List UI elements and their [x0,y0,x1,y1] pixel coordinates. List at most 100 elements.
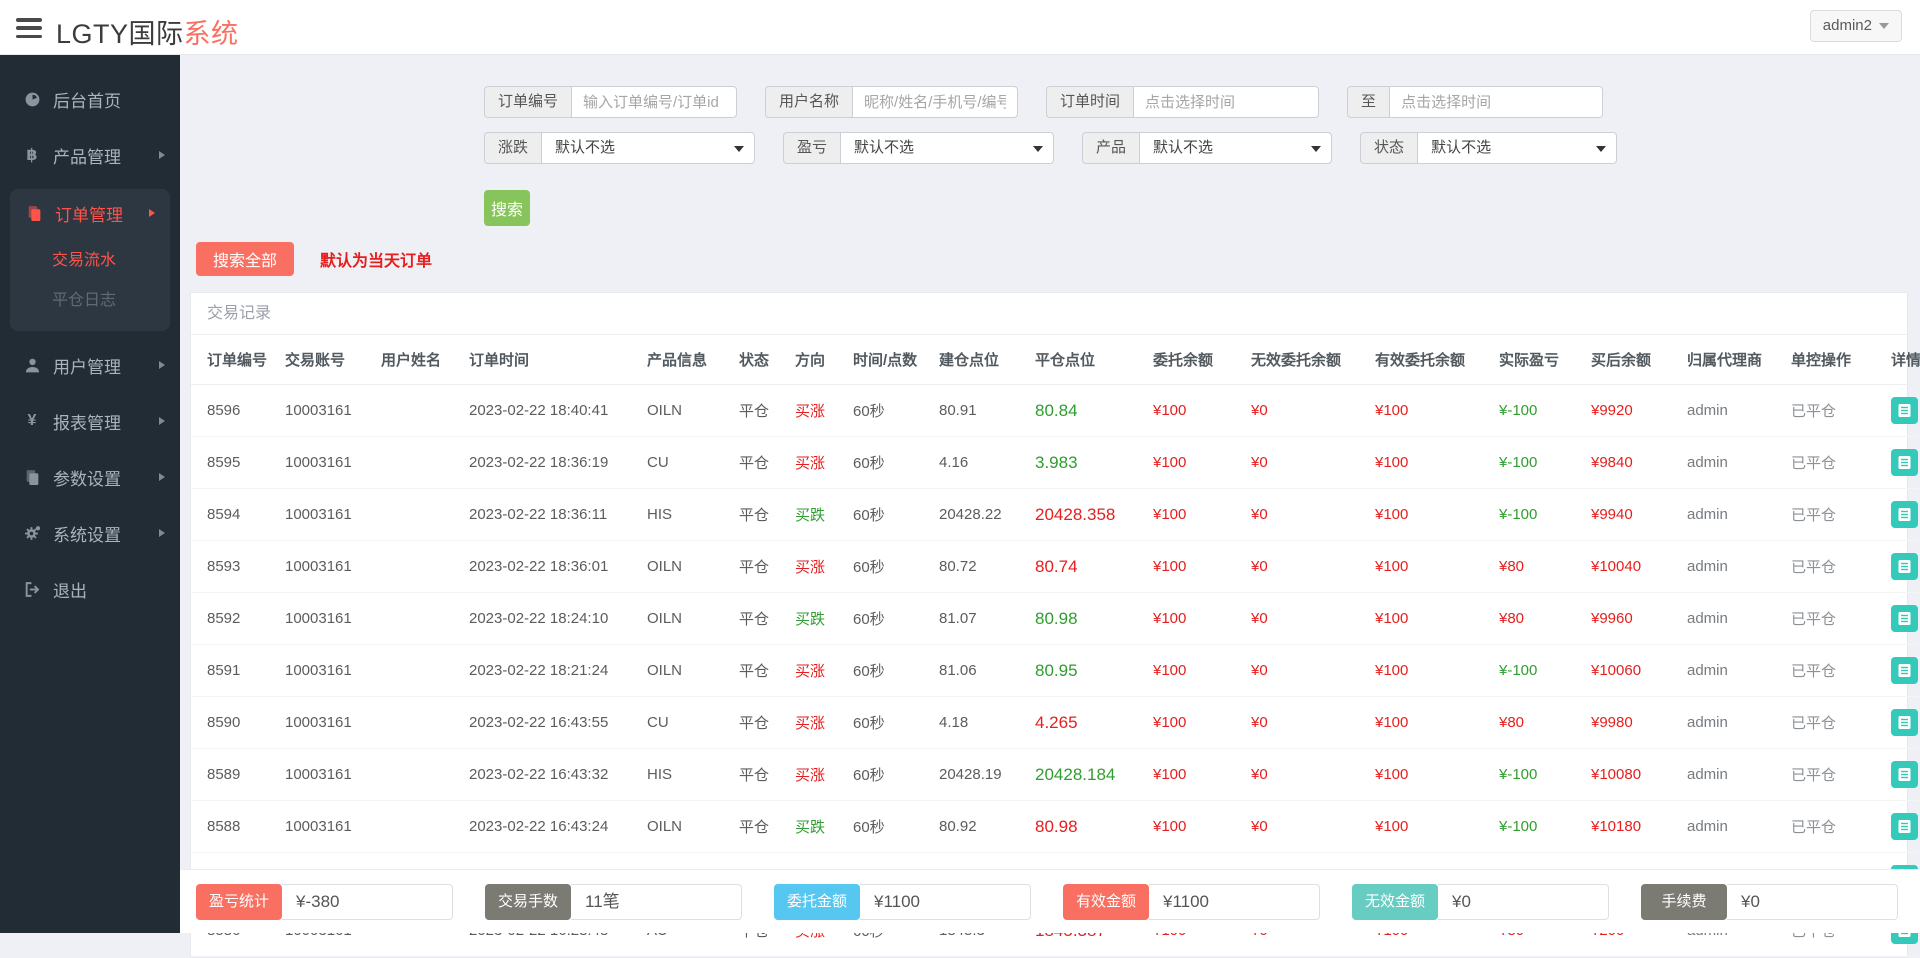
sidebar-item-label: 订单管理 [55,201,123,226]
sidebar-item-dashboard[interactable]: 后台首页 [0,77,180,121]
search-all-button[interactable]: 搜索全部 [196,242,294,276]
chevron-right-icon [149,209,155,217]
search-button[interactable]: 搜索 [484,190,530,226]
stat-pnl-total: 盈亏统计¥-380 [196,884,453,920]
detail-button[interactable] [1891,761,1918,788]
cell-agent: admin [1681,801,1785,853]
stat-label: 委托金额 [774,884,860,920]
hamburger-menu-icon[interactable] [16,18,42,38]
cell-status: 平仓 [733,489,789,541]
bitcoin-icon: ฿ [22,146,42,164]
product-value: 默认不选 [1153,139,1213,156]
cell-duration: 60秒 [847,489,933,541]
cell-actual-pnl: ¥80 [1493,593,1585,645]
sidebar-item-label: 系统设置 [53,521,121,546]
column-header: 归属代理商 [1681,335,1785,385]
sidebar-subitem-close-log[interactable]: 平仓日志 [10,281,170,321]
detail-button[interactable] [1891,449,1918,476]
order-no-input[interactable] [571,86,737,118]
cell-after-balance: ¥10060 [1585,645,1681,697]
cell-detail [1885,749,1920,801]
stat-trade-count: 交易手数11笔 [485,884,742,920]
cell-control-status: 已平仓 [1785,385,1885,437]
detail-button[interactable] [1891,709,1918,736]
cell-detail [1885,801,1920,853]
cell-actual-pnl: ¥-100 [1493,489,1585,541]
cell-invalid-entrust: ¥0 [1245,437,1369,489]
profit-select[interactable]: 默认不选 [840,132,1054,164]
detail-button[interactable] [1891,605,1918,632]
cell-invalid-entrust: ¥0 [1245,749,1369,801]
product-select[interactable]: 默认不选 [1139,132,1332,164]
cell-entrust-balance: ¥100 [1147,801,1245,853]
cell-after-balance: ¥9840 [1585,437,1681,489]
cell-order-no: 8590 [191,697,279,749]
list-icon [1897,559,1912,574]
trade-records-table: 订单编号交易账号用户姓名订单时间产品信息状态方向时间/点数建仓点位平仓点位委托余… [191,335,1920,957]
cell-open-point: 81.06 [933,645,1029,697]
cell-entrust-balance: ¥100 [1147,437,1245,489]
column-header: 状态 [733,335,789,385]
cell-status: 平仓 [733,801,789,853]
cell-invalid-entrust: ¥0 [1245,593,1369,645]
filter-form: 订单编号 用户名称 订单时间 至 涨跌 默认不选 盈亏 [180,55,1920,226]
sidebar-item-system[interactable]: 系统设置 [0,511,180,555]
cell-entrust-balance: ¥100 [1147,489,1245,541]
column-header: 实际盈亏 [1493,335,1585,385]
list-icon [1897,403,1912,418]
time-from-input[interactable] [1133,86,1319,118]
list-icon [1897,767,1912,782]
stat-invalid-total: 无效金额¥0 [1352,884,1609,920]
detail-button[interactable] [1891,553,1918,580]
detail-button[interactable] [1891,501,1918,528]
cell-after-balance: ¥9920 [1585,385,1681,437]
detail-button[interactable] [1891,397,1918,424]
cell-user-name [375,801,463,853]
sidebar-item-products[interactable]: ฿ 产品管理 [0,133,180,177]
sidebar-item-logout[interactable]: 退出 [0,567,180,611]
cell-invalid-entrust: ¥0 [1245,697,1369,749]
cell-status: 平仓 [733,541,789,593]
cell-control-status: 已平仓 [1785,801,1885,853]
column-header: 单控操作 [1785,335,1885,385]
dashboard-icon [22,90,42,108]
stat-value: ¥1100 [860,884,1031,920]
sidebar-item-users[interactable]: 用户管理 [0,343,180,387]
cell-open-point: 80.72 [933,541,1029,593]
sidebar-item-params[interactable]: 参数设置 [0,455,180,499]
status-label: 状态 [1360,132,1417,164]
cell-product: CU [641,697,733,749]
sidebar-item-label: 产品管理 [53,143,121,168]
cell-user-name [375,697,463,749]
chevron-right-icon [159,151,165,159]
detail-button[interactable] [1891,813,1918,840]
cell-valid-entrust: ¥100 [1369,541,1493,593]
stat-value: 11笔 [571,884,742,920]
sidebar-subitem-trade-flow[interactable]: 交易流水 [10,241,170,281]
cell-close-point: 80.98 [1029,593,1147,645]
sidebar-item-orders[interactable]: 订单管理 [10,191,170,235]
detail-button[interactable] [1891,657,1918,684]
time-to-input[interactable] [1389,86,1603,118]
user-name-input[interactable] [852,86,1018,118]
column-header: 无效委托余额 [1245,335,1369,385]
cell-account: 10003161 [279,749,375,801]
sidebar-item-reports[interactable]: ¥报表管理 [0,399,180,443]
stat-valid-total: 有效金额¥1100 [1063,884,1320,920]
column-header: 买后余额 [1585,335,1681,385]
cell-duration: 60秒 [847,697,933,749]
cell-entrust-balance: ¥100 [1147,749,1245,801]
cell-agent: admin [1681,541,1785,593]
logo-text-main: LGTY国际 [56,19,184,49]
user-dropdown-button[interactable]: admin2 [1810,10,1902,42]
chevron-right-icon [159,361,165,369]
cell-status: 平仓 [733,385,789,437]
table-row: 8594100031612023-02-22 18:36:11HIS平仓买跌60… [191,489,1920,541]
filter-order-no: 订单编号 [484,86,737,118]
sidebar-item-label: 报表管理 [53,409,121,434]
cell-control-status: 已平仓 [1785,645,1885,697]
cell-detail [1885,437,1920,489]
rise-fall-select[interactable]: 默认不选 [541,132,755,164]
status-select[interactable]: 默认不选 [1417,132,1617,164]
column-header: 时间/点数 [847,335,933,385]
